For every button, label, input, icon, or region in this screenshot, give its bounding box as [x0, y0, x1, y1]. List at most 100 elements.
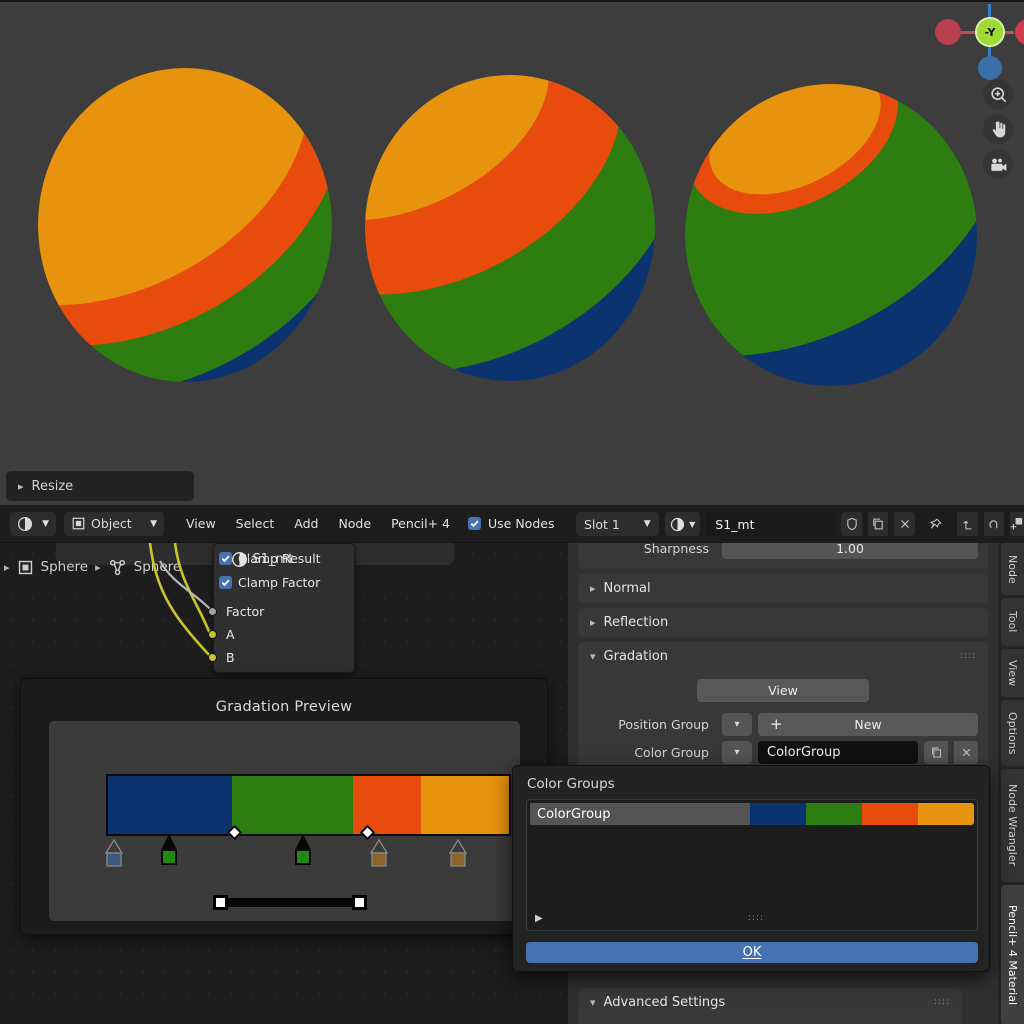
tab-pencil4-material[interactable]: Pencil+ 4 Material: [1001, 885, 1024, 1024]
pin-icon[interactable]: [925, 512, 946, 536]
ramp-band-1[interactable]: [232, 776, 352, 834]
drag-grip-icon[interactable]: ::::: [960, 654, 976, 659]
tab-node[interactable]: Node: [1001, 543, 1024, 595]
color-group-label: Color Group: [588, 745, 716, 760]
new-material-icon[interactable]: [1010, 512, 1024, 536]
3d-viewport[interactable]: X -Y: [0, 0, 1024, 505]
drag-grip-icon[interactable]: ::::: [934, 1000, 950, 1005]
tab-tool[interactable]: Tool: [1001, 598, 1024, 646]
material-browse-button[interactable]: ▼: [665, 512, 701, 536]
tab-options[interactable]: Options: [1001, 700, 1024, 766]
material-slot-selector[interactable]: Slot 1 ▼: [576, 512, 659, 536]
tab-view-label: View: [1006, 660, 1019, 686]
menu-add-label: Add: [294, 516, 318, 531]
clamp-result-checkbox[interactable]: [219, 552, 232, 565]
socket-factor-label: Factor: [226, 604, 264, 619]
node-clamp-factor-row[interactable]: Clamp Factor: [219, 575, 320, 590]
up-arrow-icon[interactable]: [957, 512, 978, 536]
node-socket-factor-row[interactable]: Factor: [208, 604, 264, 619]
close-icon[interactable]: [894, 512, 915, 536]
menu-add[interactable]: Add: [284, 512, 328, 536]
clamp-factor-checkbox[interactable]: [219, 576, 232, 589]
sphere-1[interactable]: [38, 68, 332, 382]
menu-pencil4[interactable]: Pencil+ 4: [381, 512, 460, 536]
gizmo-ball-x[interactable]: X: [1015, 19, 1024, 45]
material-name-value: S1_mt: [715, 517, 754, 532]
camera-icon[interactable]: [983, 149, 1013, 179]
range-slider-knob-end[interactable]: [352, 895, 367, 910]
gradation-marker-selected[interactable]: [160, 834, 177, 869]
chevron-down-icon: ▾: [590, 996, 596, 1009]
shader-type-selector[interactable]: Object ▼: [64, 512, 164, 536]
expand-arrow-icon[interactable]: ▶: [535, 913, 543, 924]
use-nodes-toggle[interactable]: Use Nodes: [460, 512, 564, 536]
reflection-section-header[interactable]: ▸ Reflection: [578, 608, 988, 637]
editor-type-selector[interactable]: ▼: [10, 512, 56, 536]
gradation-marker-selected[interactable]: [294, 834, 311, 869]
gradation-offset-row[interactable]: ▸ Gradation Offset: [596, 1019, 952, 1024]
socket-factor-dot[interactable]: [208, 607, 217, 616]
sphere-2[interactable]: [365, 75, 655, 381]
ok-button[interactable]: OK: [526, 942, 978, 963]
gradation-section-label: Gradation: [604, 649, 669, 664]
gradation-section[interactable]: ▾ Gradation :::: View Position Group ▾ +…: [578, 642, 988, 775]
menu-select[interactable]: Select: [226, 512, 285, 536]
ramp-band-3[interactable]: [421, 776, 509, 834]
reflection-section[interactable]: ▸ Reflection: [578, 608, 988, 637]
position-group-dropdown[interactable]: ▾: [722, 713, 752, 736]
resize-operator-panel[interactable]: ▸ Resize: [6, 471, 194, 501]
gizmo-ball-x-neg[interactable]: [935, 19, 961, 45]
copy-icon[interactable]: [868, 512, 889, 536]
color-group-dropdown[interactable]: ▾: [722, 741, 752, 764]
gizmo-ball-y-neg[interactable]: -Y: [975, 17, 1005, 47]
view-button[interactable]: View: [697, 679, 869, 702]
tab-view[interactable]: View: [1001, 649, 1024, 697]
ramp-band-0[interactable]: [108, 776, 232, 834]
range-slider-knob-start[interactable]: [213, 895, 228, 910]
menu-node[interactable]: Node: [328, 512, 381, 536]
node-socket-a-row[interactable]: A: [208, 627, 235, 642]
hand-icon[interactable]: [983, 114, 1013, 144]
gradation-color-ramp[interactable]: [106, 774, 511, 836]
sharpness-row[interactable]: Sharpness 1.00: [588, 543, 978, 561]
ramp-band-2[interactable]: [353, 776, 421, 834]
advanced-settings-header[interactable]: ▾ Advanced Settings ::::: [578, 988, 962, 1017]
list-item[interactable]: ColorGroup: [530, 803, 974, 825]
marker-unselected-icon: [449, 839, 467, 869]
gradation-preview-panel[interactable]: Gradation Preview: [20, 678, 548, 935]
gradation-marker[interactable]: [370, 839, 387, 872]
normal-section-header[interactable]: ▸ Normal: [578, 574, 988, 603]
color-groups-dialog[interactable]: Color Groups ColorGroup ▶ :::: OK: [512, 765, 990, 972]
gradation-marker[interactable]: [105, 839, 122, 872]
material-name-field[interactable]: S1_mt: [706, 512, 835, 536]
sphere-3[interactable]: [685, 84, 977, 386]
node-clamp-result-row[interactable]: Clamp Result: [219, 551, 321, 566]
gradation-marker[interactable]: [449, 839, 466, 872]
advanced-settings-section[interactable]: ▾ Advanced Settings :::: ▸ Gradation Off…: [578, 988, 962, 1024]
gizmo-ball-z[interactable]: [978, 56, 1002, 80]
gradation-preview-title: Gradation Preview: [21, 679, 547, 715]
shield-icon[interactable]: [841, 512, 862, 536]
color-groups-list[interactable]: ColorGroup ▶ ::::: [526, 799, 978, 931]
gradation-section-header[interactable]: ▾ Gradation ::::: [578, 642, 988, 671]
sphere-1-svg: [38, 68, 332, 382]
range-slider-track[interactable]: [219, 898, 360, 907]
normal-section[interactable]: ▸ Normal: [578, 574, 988, 603]
link-icon[interactable]: [984, 512, 1005, 536]
properties-tab-strip[interactable]: Node Tool View Options Node Wrangler Pen…: [998, 543, 1024, 1024]
use-nodes-checkbox[interactable]: [468, 517, 481, 530]
shader-type-label: Object: [91, 516, 145, 531]
menu-view[interactable]: View: [176, 512, 226, 536]
node-socket-b-row[interactable]: B: [208, 650, 235, 665]
color-group-item-name[interactable]: ColorGroup: [530, 803, 750, 825]
zoom-icon[interactable]: [983, 79, 1013, 109]
copy-icon[interactable]: [924, 741, 948, 764]
socket-b-dot[interactable]: [208, 653, 217, 662]
socket-a-dot[interactable]: [208, 630, 217, 639]
close-icon[interactable]: [954, 741, 978, 764]
resize-grip-icon[interactable]: ::::: [748, 916, 764, 921]
position-group-new-button[interactable]: + New: [758, 713, 978, 736]
sharpness-value[interactable]: 1.00: [722, 543, 978, 559]
color-group-field[interactable]: ColorGroup: [758, 741, 918, 764]
tab-node-wrangler[interactable]: Node Wrangler: [1001, 769, 1024, 882]
